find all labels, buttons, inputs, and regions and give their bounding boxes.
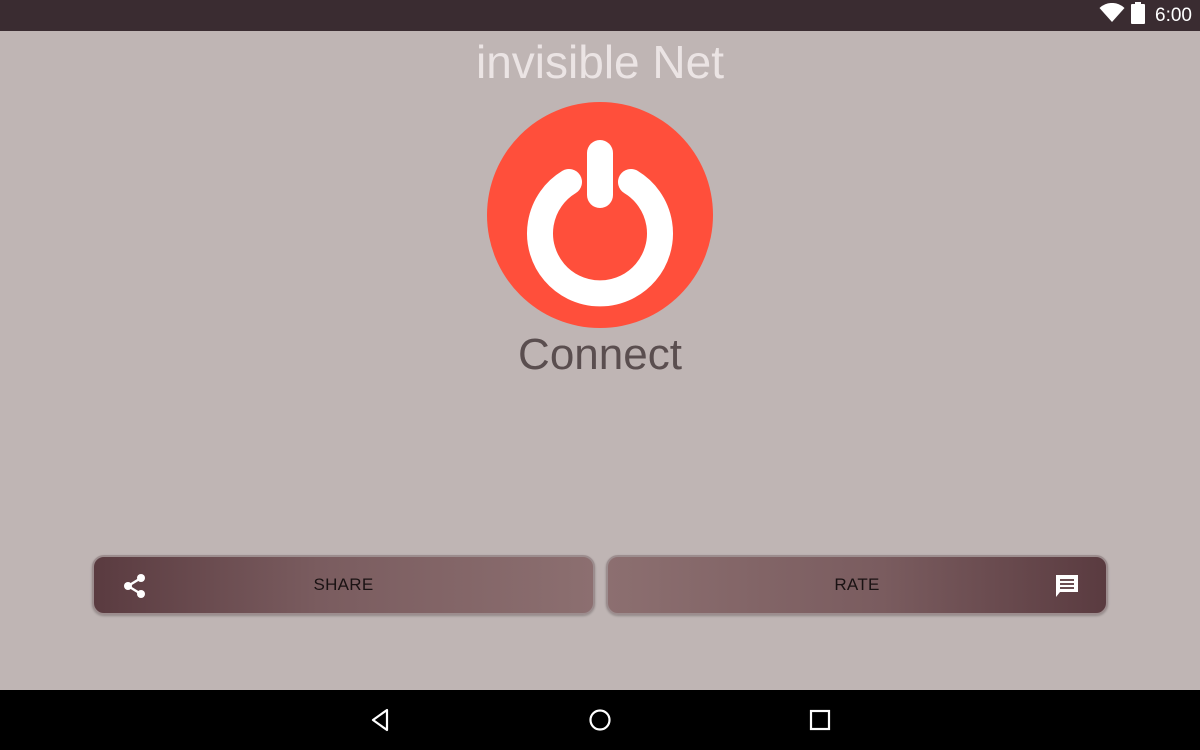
share-button-label: SHARE [313,575,374,594]
back-button[interactable] [340,690,420,750]
app-title: invisible Net [476,36,724,88]
status-icons: 6:00 [1099,0,1192,31]
recents-button[interactable] [780,690,860,750]
home-icon [589,709,611,731]
app-screen: 6:00 invisible Net Connect SHARE RATE [0,0,1200,750]
home-button[interactable] [560,690,640,750]
back-icon [371,708,389,732]
connect-label: Connect [518,330,682,379]
message-icon [1054,573,1080,604]
status-time: 6:00 [1155,4,1192,26]
battery-icon [1131,2,1146,29]
power-button[interactable] [487,102,713,328]
power-icon [527,140,673,307]
rate-button-label: RATE [834,575,880,594]
recents-icon [809,709,831,731]
wifi-icon [1099,2,1125,28]
navigation-bar [0,690,1200,750]
share-button[interactable]: SHARE [92,555,595,615]
status-bar: 6:00 [0,0,1200,31]
rate-button[interactable]: RATE [606,555,1108,615]
